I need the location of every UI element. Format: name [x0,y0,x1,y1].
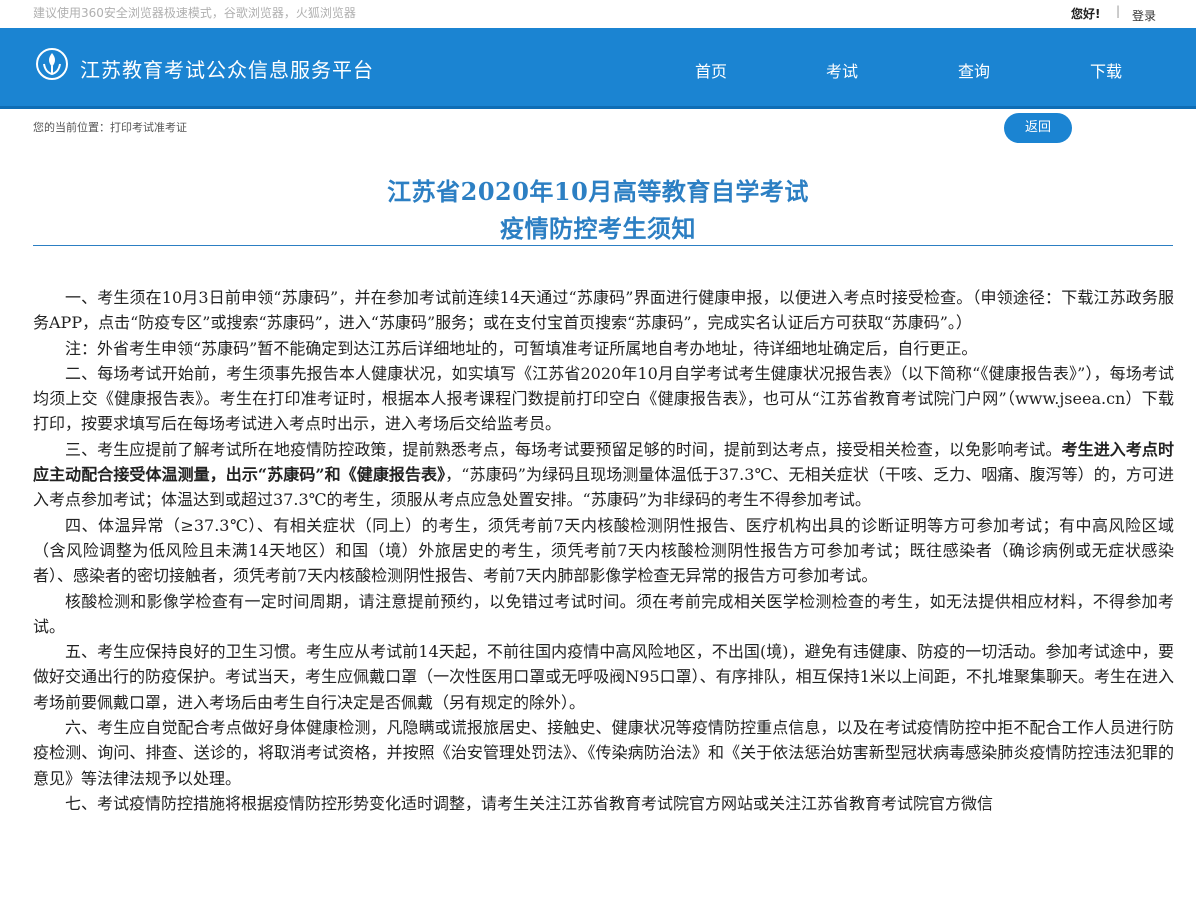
title-divider [33,245,1173,246]
document-body: 一、考生须在10月3日前申领“苏康码”，并在参加考试前连续14天通过“苏康码”界… [33,285,1174,816]
site-title[interactable]: 江苏教育考试公众信息服务平台 [80,54,374,83]
nav-home[interactable]: 首页 [695,58,727,82]
document-title-line2: 疫情防控考生须知 [500,214,696,243]
paragraph-7: 七、考试疫情防控措施将根据疫情防控形势变化适时调整，请考生关注江苏省教育考试院官… [65,793,994,813]
paragraph-note: 注：外省考生申领“苏康码”暂不能确定到达江苏后详细地址的，可暂填准考证所属地自考… [65,338,978,358]
paragraph-5: 五、考生应保持良好的卫生习惯。考生应从考试前14天起，不前往国内疫情中高风险地区… [33,642,1174,712]
paragraph-1: 一、考生须在10月3日前申领“苏康码”，并在参加考试前连续14天通过“苏康码”界… [33,288,1174,333]
nav-query[interactable]: 查询 [958,58,990,82]
paragraph-3-text-a: 三、考生应提前了解考试所在地疫情防控政策，提前熟悉考点，每场考试要预留足够的时间… [65,439,1062,459]
paragraph-4-note: 核酸检测和影像学检查有一定时间周期，请注意提前预约，以免错过考试时间。须在考前完… [33,591,1174,636]
separator: | [1116,4,1121,18]
top-utility-bar: 建议使用360安全浏览器极速模式，谷歌浏览器，火狐浏览器 您好! | 登录 [0,0,1196,28]
login-link[interactable]: 登录 [1132,7,1156,24]
paragraph-6: 六、考生应自觉配合考点做好身体健康检测，凡隐瞒或谎报旅居史、接触史、健康状况等疫… [33,718,1174,788]
browser-hint: 建议使用360安全浏览器极速模式，谷歌浏览器，火狐浏览器 [33,6,356,20]
paragraph-3: 三、考生应提前了解考试所在地疫情防控政策，提前熟悉考点，每场考试要预留足够的时间… [33,437,1174,513]
document-title-line1: 江苏省2020年10月高等教育自学考试 [387,177,809,206]
greeting-text: 您好! [1071,7,1101,21]
nav-download[interactable]: 下载 [1090,58,1122,82]
nav-exam[interactable]: 考试 [826,58,858,82]
back-button[interactable]: 返回 [1004,113,1072,143]
paragraph-4: 四、体温异常（≥37.3℃）、有相关症状（同上）的考生，须凭考前7天内核酸检测阴… [33,515,1174,586]
site-logo-icon[interactable] [35,47,69,81]
breadcrumb: 您的当前位置：打印考试准考证 [33,121,187,134]
header-nav-bar: 江苏教育考试公众信息服务平台 首页 考试 查询 下载 [0,28,1196,109]
paragraph-2: 二、每场考试开始前，考生须事先报告本人健康状况，如实填写《江苏省2020年10月… [33,363,1174,434]
